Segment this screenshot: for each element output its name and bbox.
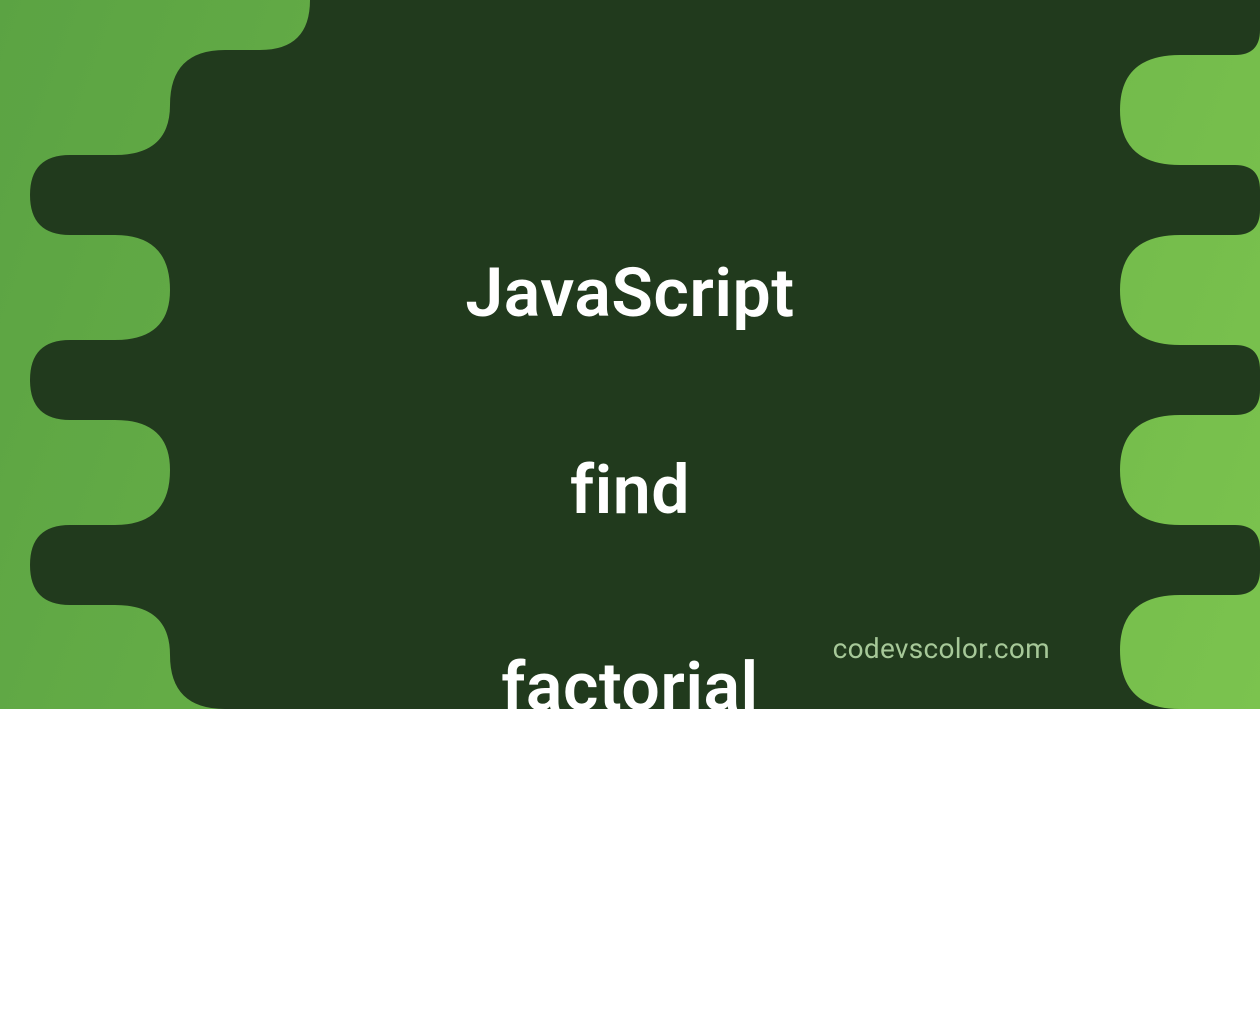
title-line-4: of a number: [444, 835, 817, 934]
title-line-3: factorial: [444, 638, 817, 737]
thumbnail-title: JavaScript find factorial of a number: [444, 145, 817, 1032]
title-line-1: JavaScript: [444, 244, 817, 343]
title-line-2: find: [444, 441, 817, 540]
attribution-label: codevscolor.com: [833, 632, 1050, 665]
thumbnail-canvas: JavaScript find factorial of a number co…: [0, 0, 1260, 709]
